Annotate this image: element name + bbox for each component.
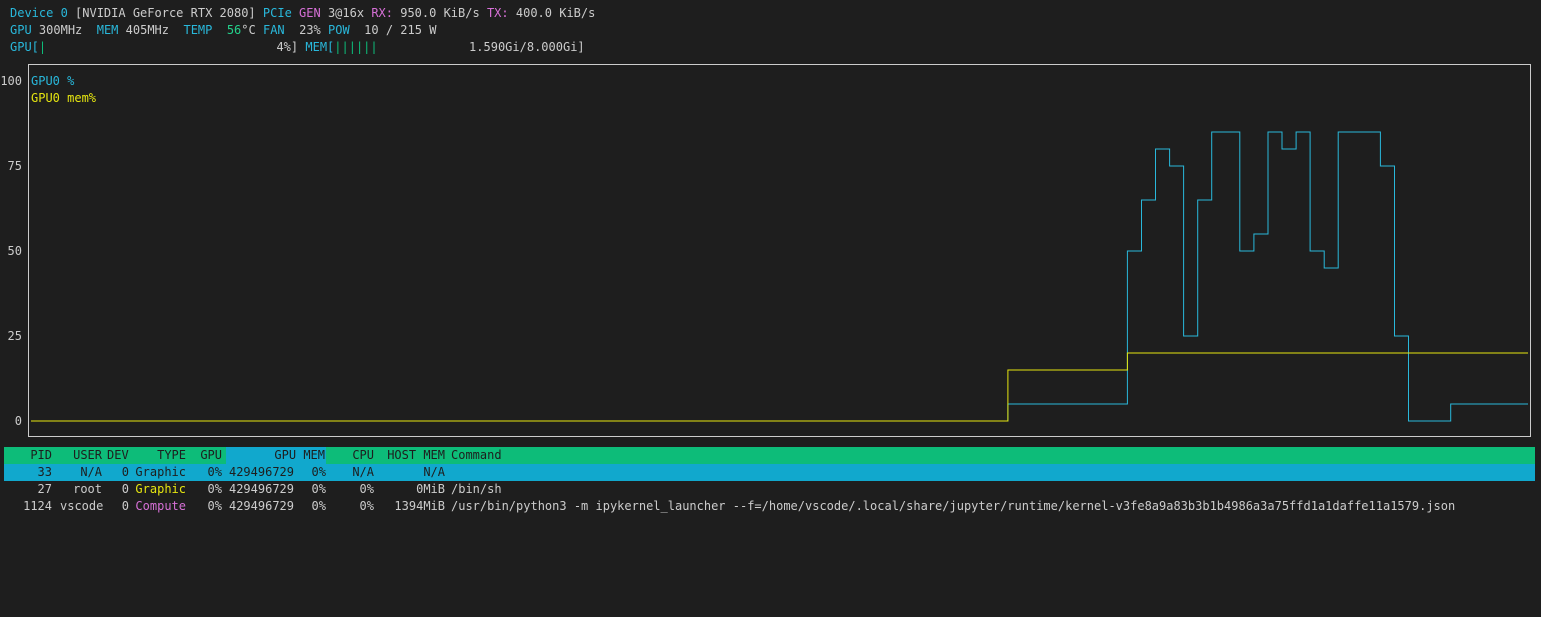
cell-type: Compute [135, 499, 186, 513]
y-tick-50: 50 [7, 244, 22, 258]
cell-cpu: N/A [352, 465, 374, 479]
col-pid: PID [30, 448, 52, 462]
tx-label: TX: [486, 6, 509, 20]
series-gpu-line [31, 131, 1528, 422]
cell-dev: 0 [121, 499, 129, 513]
table-row[interactable]: 33 N/A 0 Graphic 0% 429496729 0% N/A N/A [4, 464, 1535, 481]
cell-gpu-mem-pct: 0% [311, 482, 326, 496]
cell-user: N/A [80, 465, 102, 479]
fan-value: 23% [299, 23, 321, 37]
cell-host-mem: 1394MiB [394, 499, 445, 513]
cell-command: /bin/sh [451, 482, 502, 496]
cell-user: vscode [60, 499, 104, 513]
fan-label: FAN [262, 23, 285, 37]
cell-gpu: 0% [207, 482, 222, 496]
cell-pid: 27 [37, 482, 52, 496]
temp-label: TEMP [183, 23, 213, 37]
gen-value: 3@16x [327, 6, 365, 20]
temp-value: 56 [226, 23, 242, 37]
mem-clock-label: MEM [96, 23, 119, 37]
device-name: [NVIDIA GeForce RTX 2080] [75, 6, 256, 20]
cell-type: Graphic [135, 465, 186, 479]
cell-gpu: 0% [207, 465, 222, 479]
status-line-device: Device 0 [NVIDIA GeForce RTX 2080] PCIe … [10, 5, 595, 22]
gpu-clock-value: 300MHz [38, 23, 83, 37]
pow-value: 10 / 215 W [364, 23, 437, 37]
col-cpu: CPU [352, 448, 374, 462]
status-line-clocks: GPU 300MHz MEM 405MHz TEMP 56°C FAN 23% … [10, 22, 436, 39]
y-tick-25: 25 [7, 329, 22, 343]
gpu-bar-label: GPU[ [10, 40, 39, 54]
y-tick-0: 0 [14, 414, 22, 428]
series-mem-line [31, 352, 1528, 422]
cell-host-mem: 0MiB [416, 482, 445, 496]
mem-bar-fill: |||||| [334, 40, 378, 54]
gpu-bar-fill: | [38, 40, 47, 54]
cell-cpu: 0% [359, 499, 374, 513]
cell-gpu: 0% [207, 499, 222, 513]
cell-gpu-mem-pct: 0% [311, 465, 326, 479]
mem-bar-value: 1.590Gi/8.000Gi] [469, 40, 585, 54]
table-row[interactable]: 1124 vscode 0 Compute 0% 429496729 0% 0% 1394MiB… [4, 498, 1535, 515]
col-user: USER [73, 448, 102, 462]
cell-user: root [73, 482, 102, 496]
status-line-bars: GPU[| 4%] MEM[|||||| 1.590Gi/8.000Gi] [10, 39, 585, 56]
gpu-clock-label: GPU [10, 23, 32, 37]
mem-bar-label: MEM[ [305, 40, 335, 54]
pcie-label: PCIe [262, 6, 292, 20]
cell-pid: 33 [37, 465, 52, 479]
cell-command: /usr/bin/python3 -m ipykernel_launcher -… [451, 499, 1456, 513]
gpu-bar-value: 4%] [276, 40, 299, 54]
col-gpu-mem: GPU MEM [226, 447, 326, 464]
gen-label: GEN [299, 6, 321, 20]
y-tick-75: 75 [7, 159, 22, 173]
cell-gpu-mem: 429496729 [228, 465, 294, 479]
cell-dev: 0 [121, 482, 129, 496]
col-dev: DEV [107, 448, 129, 462]
cell-gpu-mem-pct: 0% [311, 499, 326, 513]
col-host-mem: HOST MEM [387, 448, 445, 462]
cell-type: Graphic [135, 482, 186, 496]
gpu-chart: GPU0 % GPU0 mem% [28, 64, 1531, 437]
process-table-header: PID USER DEV TYPE GPU GPU MEM CPU HOST M… [4, 447, 1535, 464]
temp-unit: °C [241, 23, 256, 37]
cell-gpu-mem: 429496729 [228, 499, 294, 513]
cell-pid: 1124 [23, 499, 52, 513]
cell-gpu-mem: 429496729 [228, 482, 294, 496]
cell-cpu: 0% [359, 482, 374, 496]
mem-clock-value: 405MHz [125, 23, 170, 37]
device-label: Device 0 [10, 6, 68, 20]
tx-value: 400.0 KiB/s [515, 6, 596, 20]
pow-label: POW [328, 23, 350, 37]
chart-plot-area [31, 131, 1528, 422]
y-tick-100: 100 [0, 74, 22, 88]
rx-label: RX: [371, 6, 393, 20]
cell-host-mem: N/A [423, 465, 445, 479]
table-row[interactable]: 27 root 0 Graphic 0% 429496729 0% 0% 0MiB/bin/sh [4, 481, 1535, 498]
rx-value: 950.0 KiB/s [400, 6, 480, 20]
col-type: TYPE [157, 448, 186, 462]
cell-dev: 0 [121, 465, 129, 479]
col-command: Command [451, 448, 502, 462]
col-gpu: GPU [200, 448, 222, 462]
